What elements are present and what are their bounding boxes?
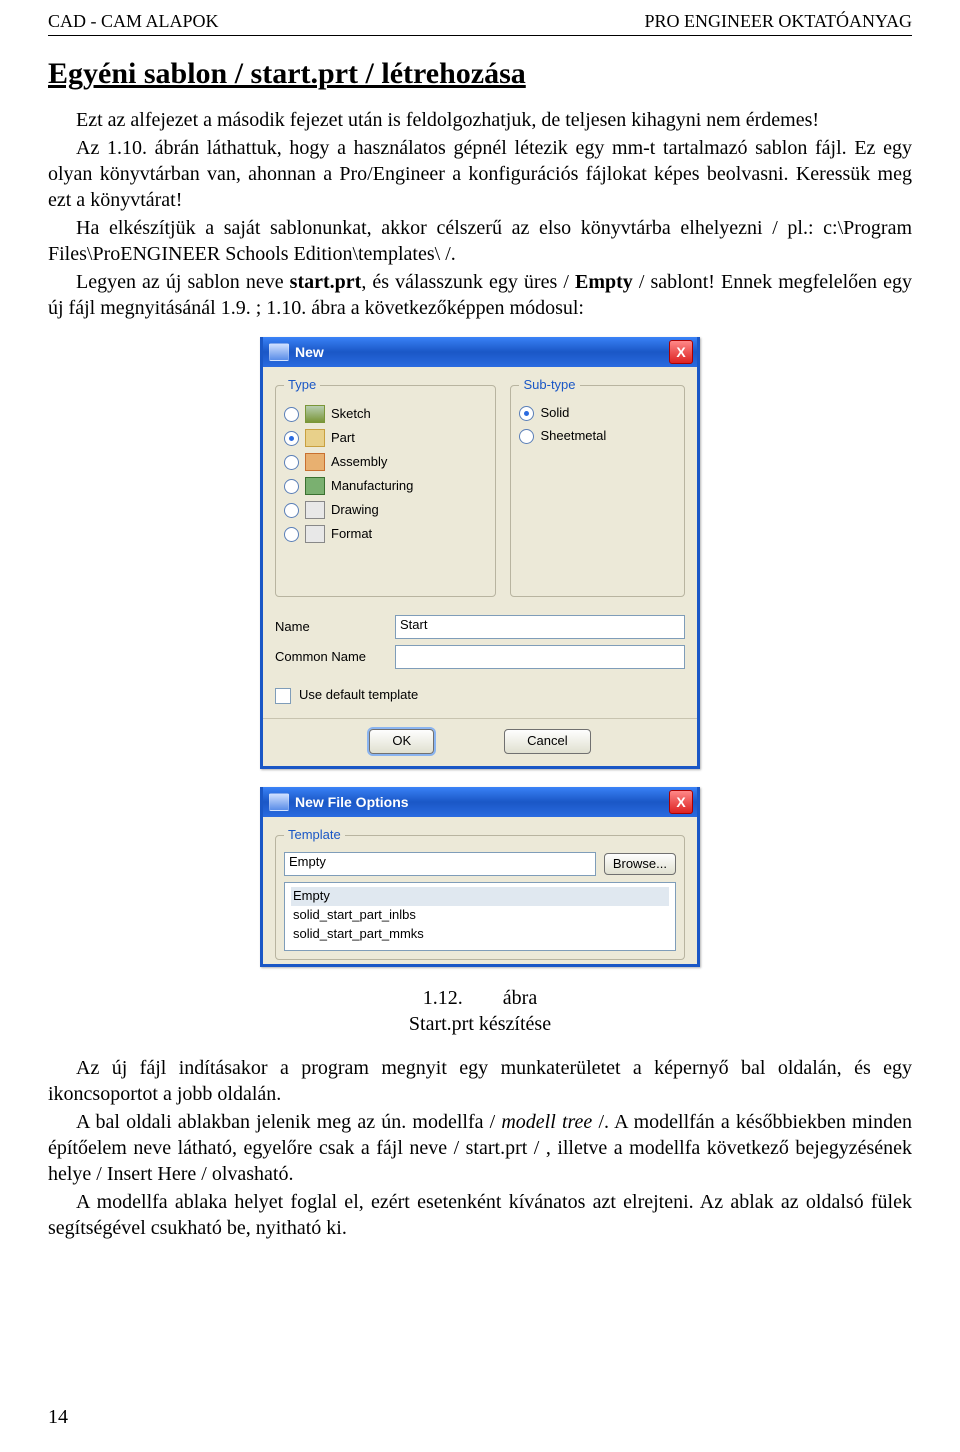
subtype-option-label: Sheetmetal — [540, 428, 606, 445]
template-list-item[interactable]: solid_start_part_mmks — [291, 925, 669, 944]
type-group: Type Sketch Part Assembly Manufacturing Draw… — [275, 377, 496, 597]
close-button[interactable]: X — [669, 340, 693, 364]
new-dialog: New X Type Sketch Part Assembly Manufacturi… — [260, 337, 700, 769]
type-option-label: Drawing — [331, 502, 379, 519]
subtype-option-label: Solid — [540, 405, 569, 422]
body-para: A bal oldali ablakban jelenik meg az ún.… — [48, 1109, 912, 1187]
radio-icon — [519, 406, 534, 421]
type-option-label: Part — [331, 430, 355, 447]
type-option-manufacturing[interactable]: Manufacturing — [284, 474, 487, 498]
radio-icon — [284, 503, 299, 518]
template-legend: Template — [284, 827, 345, 844]
common-name-label: Common Name — [275, 649, 385, 666]
subtype-group: Sub-type Solid Sheetmetal — [510, 377, 685, 597]
name-input[interactable]: Start — [395, 615, 685, 639]
subtype-option-solid[interactable]: Solid — [519, 402, 676, 425]
type-option-assembly[interactable]: Assembly — [284, 450, 487, 474]
figure-caption: 1.12. ábra Start.prt készítése — [48, 985, 912, 1037]
close-icon: X — [676, 343, 685, 361]
type-option-drawing[interactable]: Drawing — [284, 498, 487, 522]
app-icon — [269, 793, 289, 811]
options-dialog-title: New File Options — [295, 793, 409, 811]
drawing-icon — [305, 501, 325, 519]
radio-icon — [284, 407, 299, 422]
dialog-figure: New X Type Sketch Part Assembly Manufacturi… — [260, 337, 700, 966]
app-icon — [269, 343, 289, 361]
ok-button[interactable]: OK — [369, 729, 434, 754]
common-name-input[interactable] — [395, 645, 685, 669]
body-para: Legyen az új sablon neve start.prt, és v… — [48, 269, 912, 321]
radio-icon — [519, 429, 534, 444]
body-para: Ezt az alfejezet a második fejezet után … — [48, 107, 912, 133]
radio-icon — [284, 527, 299, 542]
browse-button[interactable]: Browse... — [604, 853, 676, 876]
section-title: Egyéni sablon / start.prt / létrehozása — [48, 54, 912, 93]
caption-label: ábra — [503, 985, 537, 1011]
options-dialog-titlebar: New File Options X — [263, 787, 697, 817]
type-option-label: Sketch — [331, 406, 371, 423]
type-option-label: Assembly — [331, 454, 387, 471]
radio-icon — [284, 455, 299, 470]
type-option-label: Format — [331, 526, 372, 543]
radio-icon — [284, 431, 299, 446]
template-group: Template Empty Browse... Emptysolid_star… — [275, 827, 685, 960]
type-option-part[interactable]: Part — [284, 426, 487, 450]
header-right: PRO ENGINEER OKTATÓANYAG — [644, 10, 912, 33]
caption-subtitle: Start.prt készítése — [48, 1011, 912, 1037]
name-label: Name — [275, 619, 385, 636]
use-default-template-label: Use default template — [299, 687, 418, 704]
radio-icon — [284, 479, 299, 494]
format-icon — [305, 525, 325, 543]
new-file-options-dialog: New File Options X Template Empty Browse… — [260, 787, 700, 967]
template-listbox[interactable]: Emptysolid_start_part_inlbssolid_start_p… — [284, 882, 676, 951]
manufacturing-icon — [305, 477, 325, 495]
body-para: Az 1.10. ábrán láthattuk, hogy a használ… — [48, 135, 912, 213]
use-default-template-checkbox[interactable] — [275, 688, 291, 704]
type-option-sketch[interactable]: Sketch — [284, 402, 487, 426]
subtype-option-sheetmetal[interactable]: Sheetmetal — [519, 425, 676, 448]
body-para: Az új fájl indításakor a program megnyit… — [48, 1055, 912, 1107]
part-icon — [305, 429, 325, 447]
close-button[interactable]: X — [669, 790, 693, 814]
type-legend: Type — [284, 377, 320, 394]
body-para: A modellfa ablaka helyet foglal el, ezér… — [48, 1189, 912, 1241]
new-dialog-title: New — [295, 343, 324, 361]
template-input[interactable]: Empty — [284, 852, 596, 876]
page-number: 14 — [48, 1404, 68, 1430]
new-dialog-titlebar: New X — [263, 337, 697, 367]
type-option-label: Manufacturing — [331, 478, 413, 495]
close-icon: X — [676, 793, 685, 811]
subtype-legend: Sub-type — [519, 377, 579, 394]
type-option-format[interactable]: Format — [284, 522, 487, 546]
assembly-icon — [305, 453, 325, 471]
header-left: CAD - CAM ALAPOK — [48, 10, 219, 33]
body-para: Ha elkészítjük a saját sablonunkat, akko… — [48, 215, 912, 267]
template-list-item[interactable]: solid_start_part_inlbs — [291, 906, 669, 925]
sketch-icon — [305, 405, 325, 423]
template-list-item[interactable]: Empty — [291, 887, 669, 906]
separator — [263, 718, 697, 719]
running-header: CAD - CAM ALAPOK PRO ENGINEER OKTATÓANYA… — [48, 10, 912, 36]
caption-number: 1.12. — [423, 985, 463, 1011]
cancel-button[interactable]: Cancel — [504, 729, 590, 754]
